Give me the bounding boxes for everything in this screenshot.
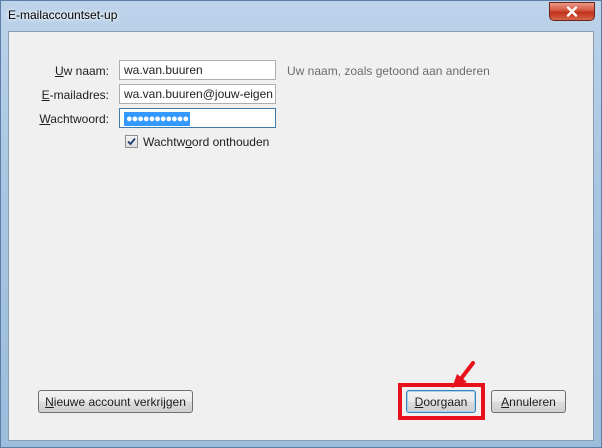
red-arrow-icon [452, 361, 475, 388]
email-label: E-mailadres: [41, 88, 109, 102]
cancel-button[interactable]: Annuleren [491, 390, 566, 413]
window-title: E-mailaccountset-up [8, 8, 118, 22]
password-label: Wachtwoord: [39, 112, 109, 126]
name-label: Uw naam: [54, 64, 109, 78]
name-input[interactable]: wa.van.buuren [119, 60, 276, 80]
title-bar[interactable]: E-mailaccountset-up [1, 1, 601, 31]
name-input-value: wa.van.buuren [124, 63, 203, 77]
email-input[interactable]: wa.van.buuren@jouw-eigen [119, 84, 276, 104]
name-hint: Uw naam, zoals getoond aan anderen [287, 64, 490, 78]
email-input-value: wa.van.buuren@jouw-eigen [124, 87, 273, 101]
password-input[interactable]: ●●●●●●●●●●● [119, 108, 276, 128]
remember-password-label[interactable]: Wachtwoord onthouden [143, 135, 269, 149]
dialog-content: Uw naam: wa.van.buuren Uw naam, zoals ge… [8, 31, 594, 441]
close-icon [566, 6, 578, 17]
dialog-window: E-mailaccountset-up Uw naam: wa.van.buur… [0, 0, 602, 448]
password-masked-value: ●●●●●●●●●●● [124, 112, 191, 126]
remember-password-checkbox[interactable] [125, 135, 138, 148]
close-button[interactable] [549, 2, 595, 21]
new-account-button[interactable]: Nieuwe account verkrijgen [38, 390, 193, 413]
checkmark-icon [127, 137, 136, 146]
